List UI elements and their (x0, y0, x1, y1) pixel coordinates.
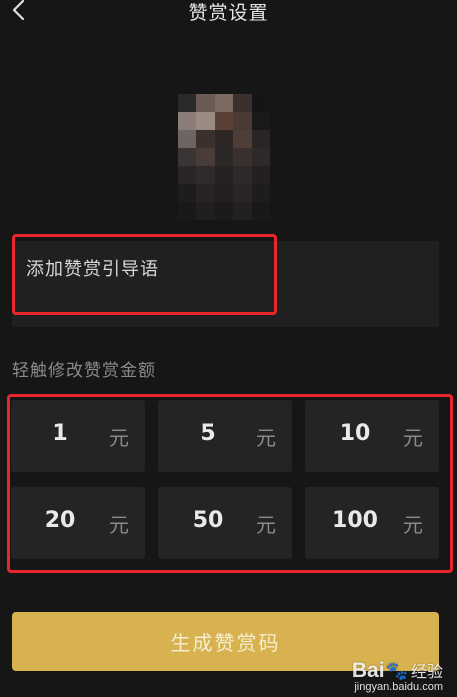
avatar-pixel (178, 202, 197, 220)
avatar-pixel (251, 166, 270, 184)
avatar-pixel (233, 112, 252, 130)
amount-cell[interactable]: 1 元 (11, 400, 145, 472)
avatar-pixel (233, 94, 252, 112)
generate-reward-code-button[interactable]: 生成赞赏码 (12, 612, 439, 671)
avatar-pixel (233, 166, 252, 184)
amount-cell[interactable]: 5 元 (158, 400, 292, 472)
page-title: 赞赏设置 (188, 2, 269, 24)
guide-text-placeholder: 添加赞赏引导语 (26, 259, 159, 280)
avatar-pixel (214, 148, 234, 166)
avatar-pixel (233, 130, 252, 148)
avatar-pixel (196, 166, 215, 184)
header: 赞赏设置 (0, 0, 457, 26)
avatar-pixel (196, 112, 215, 130)
amount-grid: 1 元 5 元 10 元 20 元 50 元 100 元 (11, 400, 439, 572)
avatar-pixel (178, 166, 197, 184)
amount-value: 1 (52, 421, 68, 446)
avatar-pixel (214, 130, 234, 148)
amount-unit: 元 (403, 513, 423, 537)
avatar-pixel (233, 202, 252, 220)
amount-value: 100 (332, 508, 378, 533)
avatar-pixel (214, 166, 234, 184)
avatar-pixel (251, 94, 270, 112)
guide-text-input[interactable]: 添加赞赏引导语 (12, 241, 439, 327)
amount-unit: 元 (109, 513, 129, 537)
watermark-url: jingyan.baidu.com (354, 681, 443, 693)
avatar-pixel (196, 184, 215, 202)
avatar-pixel (251, 112, 270, 130)
amount-cell[interactable]: 100 元 (305, 487, 439, 559)
avatar-pixel (178, 184, 197, 202)
amount-value: 5 (200, 421, 216, 446)
amount-cell[interactable]: 20 元 (11, 487, 145, 559)
amount-unit: 元 (256, 426, 276, 450)
avatar-pixel (251, 130, 270, 148)
avatar-pixel (251, 148, 270, 166)
avatar-pixel (196, 202, 215, 220)
avatar-pixel (178, 94, 197, 112)
amount-unit: 元 (403, 426, 423, 450)
avatar-pixel (196, 148, 215, 166)
amount-cell[interactable]: 50 元 (158, 487, 292, 559)
avatar-pixel (214, 112, 234, 130)
avatar-pixel (196, 94, 215, 112)
reward-settings-page: 赞赏设置 添加赞赏引导语 轻触修改赞赏金额 1 元 5 元 10 元 20 元 … (0, 0, 457, 697)
avatar-pixel (233, 184, 252, 202)
amount-unit: 元 (256, 513, 276, 537)
avatar-pixel (214, 94, 234, 112)
avatar-pixel (251, 202, 270, 220)
amount-cell[interactable]: 10 元 (305, 400, 439, 472)
avatar-pixel (196, 130, 215, 148)
amount-value: 20 (44, 508, 76, 533)
avatar-pixel (214, 184, 234, 202)
avatar-pixel (251, 184, 270, 202)
amount-section-label: 轻触修改赞赏金额 (12, 361, 156, 381)
avatar-pixel (178, 112, 197, 130)
amount-unit: 元 (109, 426, 129, 450)
avatar-pixel (233, 148, 252, 166)
avatar-pixel (178, 148, 197, 166)
avatar-pixel (178, 130, 197, 148)
amount-value: 50 (192, 508, 224, 533)
avatar (178, 94, 270, 220)
amount-value: 10 (339, 421, 371, 446)
avatar-pixel (214, 202, 234, 220)
